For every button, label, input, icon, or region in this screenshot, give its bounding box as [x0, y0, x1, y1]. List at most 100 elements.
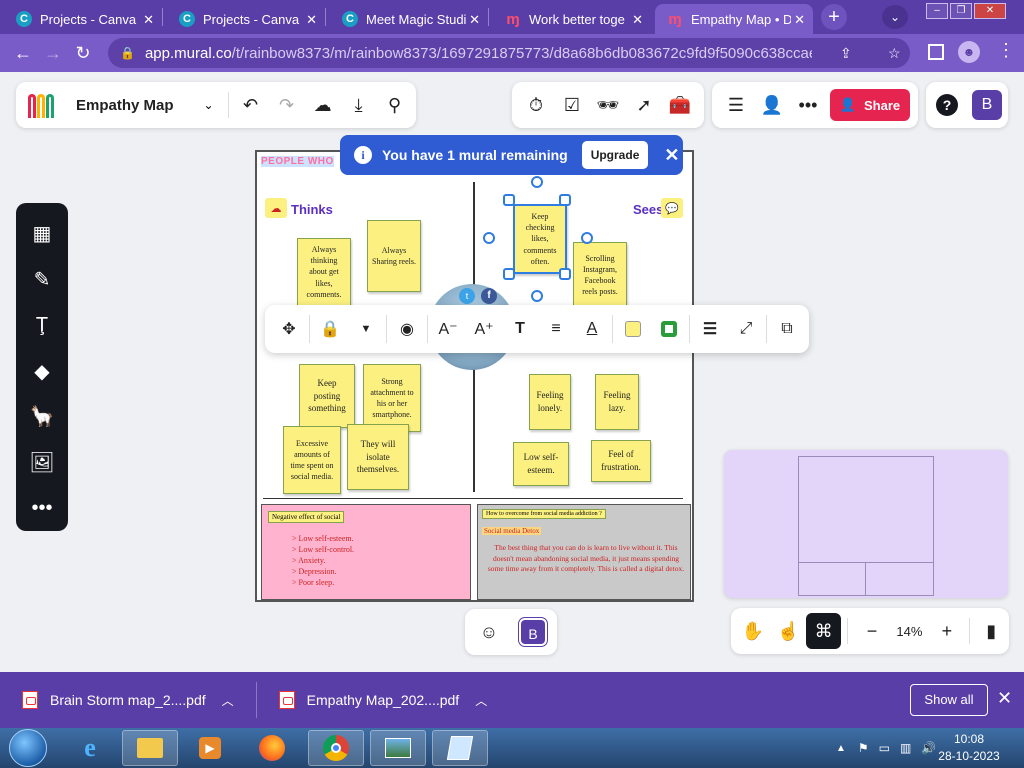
close-icon[interactable]: ✕: [794, 12, 805, 28]
sticky-note[interactable]: Low self-esteem.: [513, 442, 569, 486]
timer-icon[interactable]: ⏱: [518, 87, 554, 123]
browser-tab[interactable]: C Meet Magic Studio ✕: [330, 4, 488, 34]
minimap[interactable]: [724, 450, 1008, 598]
border-style-icon[interactable]: ☰: [692, 311, 728, 347]
outline-icon[interactable]: ☰: [718, 87, 754, 123]
connector-handle[interactable]: [531, 290, 543, 302]
private-mode-icon[interactable]: 🕶: [590, 87, 626, 123]
address-bar[interactable]: 🔒 app.mural.co/t/rainbow8373/m/rainbow83…: [108, 38, 910, 68]
image-viewer-icon[interactable]: [370, 730, 426, 766]
download-item[interactable]: Empathy Map_202....pdf ︿: [257, 680, 487, 720]
start-button[interactable]: [9, 729, 47, 767]
back-icon[interactable]: ←: [8, 43, 38, 64]
internet-explorer-icon[interactable]: e: [62, 730, 118, 766]
increase-font-icon[interactable]: A⁺: [466, 311, 502, 347]
upgrade-button[interactable]: Upgrade: [581, 141, 649, 169]
user-avatar[interactable]: B: [972, 90, 1002, 120]
sticky-note[interactable]: Always Sharing reels.: [367, 220, 421, 292]
show-hidden-icons-icon[interactable]: ▲: [836, 743, 846, 754]
share-page-icon[interactable]: ⇪: [840, 45, 852, 62]
profile-icon[interactable]: ☻: [958, 41, 980, 63]
battery-icon[interactable]: ▭: [879, 741, 890, 755]
cloud-sync-icon[interactable]: ☁: [305, 87, 341, 123]
move-icon[interactable]: ✥: [271, 311, 307, 347]
file-explorer-icon[interactable]: [122, 730, 178, 766]
browser-tab[interactable]: C Projects - Canva ✕: [167, 4, 325, 34]
more-tools-icon[interactable]: •••: [22, 485, 62, 531]
tab-search-button[interactable]: ⌄: [882, 5, 908, 29]
empathy-map-board[interactable]: PEOPLE WHO ☁ Thinks Sees 💬 Always thinki…: [255, 150, 694, 602]
window-close-button[interactable]: ✕: [974, 3, 1006, 19]
sticky-note[interactable]: Feel of frustration.: [591, 440, 651, 482]
icons-llama-icon[interactable]: 🦙: [22, 394, 62, 440]
notepad-icon[interactable]: [432, 730, 488, 766]
sticky-note[interactable]: Excessive amounts of time spent on socia…: [283, 426, 341, 494]
redo-icon[interactable]: ↷: [269, 87, 305, 123]
download-item[interactable]: Brain Storm map_2....pdf ︿: [0, 680, 234, 720]
reload-icon[interactable]: ↻: [68, 43, 98, 64]
image-icon[interactable]: 🖼: [22, 440, 62, 486]
summon-cursor-icon[interactable]: ➚: [626, 87, 662, 123]
share-button[interactable]: 👤 Share: [830, 89, 910, 121]
sidepanel-icon[interactable]: [928, 44, 944, 60]
browser-tab[interactable]: C Projects - Canva ✕: [4, 4, 162, 34]
text-color-icon[interactable]: A: [574, 311, 610, 347]
hand-tool-icon[interactable]: ✋: [735, 613, 770, 649]
chevron-up-icon[interactable]: ︿: [475, 692, 487, 709]
browser-tab[interactable]: ɱ Work better toge ✕: [493, 4, 651, 34]
connector-icon[interactable]: ⤢: [728, 311, 764, 347]
negative-effects-panel[interactable]: Negative effect of social > Low self-est…: [261, 504, 471, 600]
close-icon[interactable]: ✕: [469, 12, 480, 28]
sticky-note[interactable]: Strong attachment to his or her smartpho…: [363, 364, 421, 432]
close-icon[interactable]: ✕: [632, 12, 643, 28]
toolbox-icon[interactable]: 🧰: [662, 87, 698, 123]
close-icon[interactable]: ✕: [664, 145, 679, 166]
text-box-icon[interactable]: Ţ: [22, 302, 62, 348]
members-icon[interactable]: 👤: [754, 87, 790, 123]
resize-handle[interactable]: [503, 268, 515, 280]
more-options-icon[interactable]: •••: [790, 87, 826, 123]
text-style-icon[interactable]: T: [502, 311, 538, 347]
sticky-note[interactable]: Keep posting something: [299, 364, 355, 428]
visibility-icon[interactable]: ◉: [389, 311, 425, 347]
resize-handle[interactable]: [559, 268, 571, 280]
zoom-in-icon[interactable]: +: [929, 613, 964, 649]
connector-handle[interactable]: [581, 232, 593, 244]
templates-icon[interactable]: ▦: [22, 211, 62, 257]
network-icon[interactable]: ▥: [900, 741, 911, 755]
mural-canvas[interactable]: Empathy Map ⌄ ↶ ↷ ☁ ⤓ ⚲ ⏱ ☑ 🕶 ➚ 🧰 ☰ 👤 ••…: [0, 72, 1024, 672]
sticky-note[interactable]: Scrolling Instagram, Facebook reels post…: [573, 242, 627, 308]
emoji-reaction-icon[interactable]: ☺: [471, 614, 507, 650]
align-center-icon[interactable]: ≡: [538, 311, 574, 347]
minimize-button[interactable]: –: [926, 3, 948, 19]
zoom-out-icon[interactable]: −: [854, 613, 889, 649]
help-icon[interactable]: ?: [936, 94, 958, 116]
border-color-swatch[interactable]: [651, 311, 687, 347]
media-player-icon[interactable]: ▶: [182, 730, 238, 766]
resize-handle[interactable]: [559, 194, 571, 206]
decrease-font-icon[interactable]: A⁻: [430, 311, 466, 347]
restore-button[interactable]: ❐: [950, 3, 972, 19]
mural-logo-icon[interactable]: [28, 92, 60, 118]
browser-tab-active[interactable]: ɱ Empathy Map • Di ✕: [655, 4, 813, 34]
fill-color-swatch[interactable]: [615, 311, 651, 347]
mural-title[interactable]: Empathy Map: [76, 97, 174, 114]
forward-icon[interactable]: →: [38, 43, 68, 64]
action-center-flag-icon[interactable]: ⚑: [858, 741, 869, 755]
zoom-level[interactable]: 14%: [890, 624, 929, 639]
minimap-viewport[interactable]: [798, 456, 934, 596]
connector-handle[interactable]: [531, 176, 543, 188]
bookmark-star-icon[interactable]: ☆: [888, 45, 901, 62]
close-icon[interactable]: ✕: [306, 12, 317, 28]
volume-icon[interactable]: 🔊: [921, 741, 936, 755]
taskbar-clock[interactable]: 10:08 28-10-2023: [936, 731, 1002, 765]
sticky-note[interactable]: Feeling lazy.: [595, 374, 639, 430]
resize-handle[interactable]: [503, 194, 515, 206]
shapes-icon[interactable]: ◆: [22, 348, 62, 394]
undo-icon[interactable]: ↶: [233, 87, 269, 123]
connector-handle[interactable]: [483, 232, 495, 244]
mouse-mode-icon[interactable]: ⌘: [805, 613, 842, 649]
close-icon[interactable]: ✕: [143, 12, 154, 28]
sticky-note[interactable]: Feeling lonely.: [529, 374, 571, 430]
overcome-panel[interactable]: How to overcome from social media addict…: [477, 504, 691, 600]
